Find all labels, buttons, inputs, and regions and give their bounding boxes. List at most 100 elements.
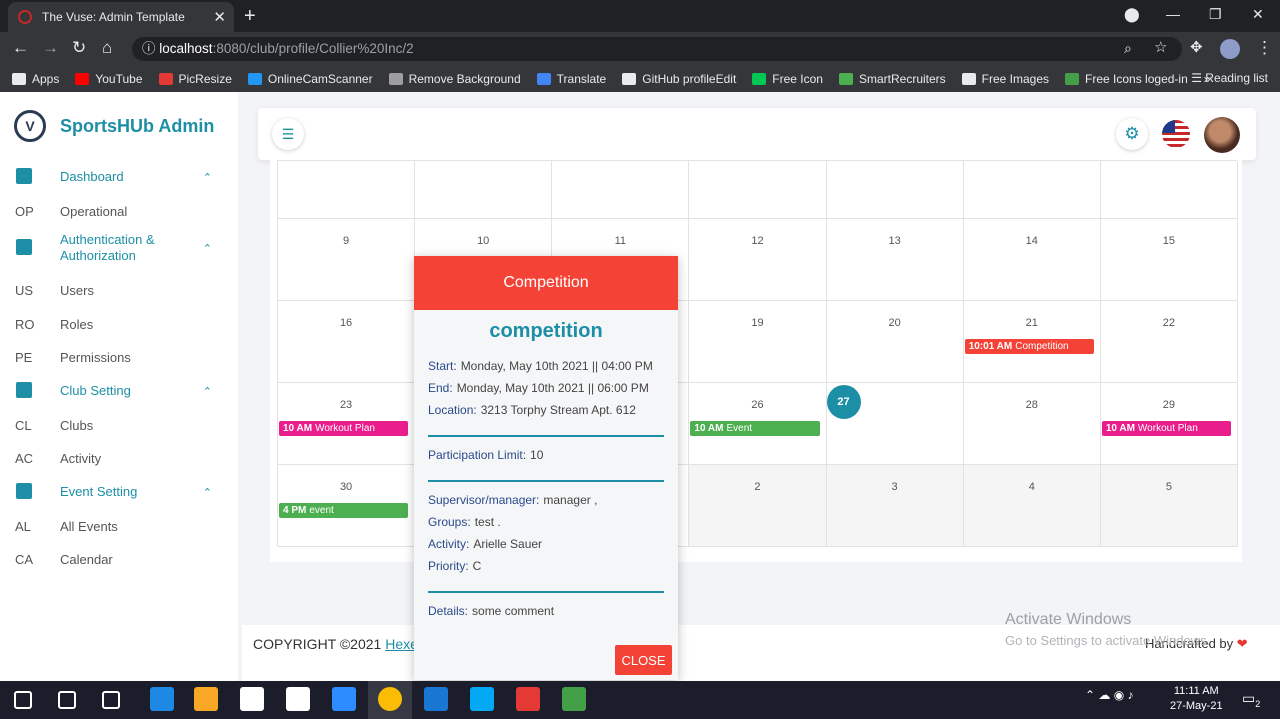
calendar-day[interactable]: 14 <box>963 219 1101 301</box>
company-link[interactable]: Hexe <box>385 636 418 652</box>
url-path: :8080/club/profile/Collier%20Inc/2 <box>212 41 414 56</box>
calendar-event[interactable]: 10 AM Workout Plan <box>279 421 409 436</box>
sidebar-item-permissions[interactable]: PE Permissions <box>0 343 238 371</box>
back-icon[interactable]: ← <box>12 38 29 58</box>
us-flag-icon[interactable] <box>1162 120 1190 148</box>
sidebar-item-club-setting[interactable]: Club Setting ⌃ <box>0 377 238 405</box>
close-window-button[interactable]: ✕ <box>1252 6 1264 23</box>
minimize-button[interactable]: — <box>1166 6 1180 22</box>
calendar-day[interactable]: 12 <box>689 219 827 301</box>
sidebar-item-clubs[interactable]: CL Clubs <box>0 411 238 439</box>
menu-toggle-icon[interactable]: ☰ <box>272 118 304 150</box>
file-explorer-icon[interactable] <box>194 687 218 711</box>
day-number: 3 <box>891 481 898 493</box>
calendar-day[interactable]: 5 <box>1100 465 1238 547</box>
calendar-day[interactable]: 27 <box>826 383 964 465</box>
calendar-day[interactable] <box>1100 161 1238 219</box>
sidebar-item-dashboard[interactable]: Dashboard ⌃ <box>0 163 238 191</box>
calendar-day[interactable]: 15 <box>1100 219 1238 301</box>
taskbar-clock[interactable]: 11:11 AM 27-May-21 <box>1170 684 1223 714</box>
reload-icon[interactable]: ↻ <box>72 38 86 58</box>
sidebar-item-all-events[interactable]: AL All Events <box>0 512 238 540</box>
calendar-day[interactable] <box>278 161 416 219</box>
system-tray[interactable]: ⌃ ☁ ◉ ♪ <box>1085 688 1134 702</box>
new-tab-button[interactable]: + <box>244 5 256 28</box>
search-icon[interactable] <box>58 691 76 709</box>
windows-start-icon[interactable] <box>14 691 32 709</box>
bookmark-translate[interactable]: Translate <box>536 71 607 86</box>
bookmark-youtube[interactable]: YouTube <box>75 72 143 86</box>
bookmark-label: Translate <box>556 71 607 86</box>
user-avatar[interactable] <box>1204 117 1240 153</box>
sidebar-item-roles[interactable]: RO Roles <box>0 310 238 338</box>
address-bar[interactable]: ⓘ localhost:8080/club/profile/Collier%20… <box>132 37 1182 61</box>
tab-close-icon[interactable]: ✕ <box>213 8 226 26</box>
bookmark-label: Remove Background <box>408 71 521 86</box>
calendar-event[interactable]: 10 AM Workout Plan <box>1101 421 1231 436</box>
profile-menu-icon[interactable]: ⬤ <box>1124 6 1140 23</box>
anydesk-icon[interactable] <box>516 687 540 711</box>
popup-activity: Activity: Arielle Sauer <box>428 537 542 551</box>
brand[interactable]: V SportsHUb Admin <box>14 110 214 142</box>
bookmark-star-icon[interactable]: ☆ <box>1154 38 1167 58</box>
sidebar-item-authentication-authorization[interactable]: Authentication & Authorization ⌃ <box>0 230 238 266</box>
skype-icon[interactable] <box>470 687 494 711</box>
calendar-day[interactable] <box>552 161 690 219</box>
bookmark-onlinecamscanner[interactable]: OnlineCamScanner <box>247 72 373 86</box>
reading-list[interactable]: ☰ Reading list <box>1191 71 1268 85</box>
calendar-day[interactable]: 28 <box>963 383 1101 465</box>
calendar-day[interactable]: 9 <box>278 219 416 301</box>
sidebar-item-event-setting[interactable]: Event Setting ⌃ <box>0 478 238 506</box>
bookmark-free-icons-loged-in[interactable]: Free Icons loged-in <box>1065 72 1188 86</box>
end-value: Monday, May 10th 2021 || 06:00 PM <box>456 381 649 395</box>
sidebar-abbr: CA <box>15 551 34 567</box>
sidebar-item-users[interactable]: US Users <box>0 276 238 304</box>
home-icon[interactable]: ⌂ <box>102 38 112 58</box>
sidebar-item-calendar[interactable]: CA Calendar <box>0 545 238 573</box>
bookmark-github-profileedit[interactable]: GitHub profileEdit <box>622 72 736 86</box>
supervisor-value: manager , <box>543 493 598 507</box>
calendar-day[interactable] <box>415 161 553 219</box>
bookmark-smartrecruiters[interactable]: SmartRecruiters <box>838 72 946 86</box>
settings-gear-icon[interactable]: ⚙ <box>1116 118 1148 150</box>
calendar-day[interactable]: 16 <box>278 301 416 383</box>
calendar-day[interactable] <box>826 161 964 219</box>
bookmark-free-icon[interactable]: Free Icon <box>752 72 823 86</box>
sidebar-item-operational[interactable]: OP Operational <box>0 197 238 225</box>
git-icon[interactable] <box>562 687 586 711</box>
browser-tab[interactable]: The Vuse: Admin Template ✕ <box>8 2 234 32</box>
chrome-icon[interactable] <box>378 687 402 711</box>
zoom-icon[interactable] <box>332 687 356 711</box>
vscode-icon[interactable] <box>424 687 448 711</box>
task-view-icon[interactable] <box>102 691 120 709</box>
edge-icon[interactable] <box>150 687 174 711</box>
close-button[interactable]: CLOSE <box>615 645 672 675</box>
profile-avatar[interactable] <box>1220 39 1240 59</box>
calendar-day[interactable] <box>689 161 827 219</box>
mail-icon[interactable] <box>286 687 310 711</box>
calendar-day[interactable]: 20 <box>826 301 964 383</box>
bookmark-free-images[interactable]: Free Images <box>961 72 1049 86</box>
forward-icon[interactable]: → <box>42 38 59 58</box>
calendar-event[interactable]: 4 PM event <box>279 503 409 518</box>
calendar-day[interactable] <box>963 161 1101 219</box>
calendar-day[interactable]: 4 <box>963 465 1101 547</box>
calendar-event[interactable]: 10 AM Event <box>690 421 820 436</box>
zoom-icon[interactable]: ⌕ <box>1124 38 1132 58</box>
maximize-button[interactable]: ❐ <box>1209 6 1222 23</box>
bookmark-apps[interactable]: Apps <box>12 72 59 86</box>
calendar-day[interactable]: 3 <box>826 465 964 547</box>
bookmark-picresize[interactable]: PicResize <box>158 72 232 86</box>
chrome-menu-icon[interactable]: ⋮ <box>1256 38 1273 58</box>
store-icon[interactable] <box>240 687 264 711</box>
calendar-day[interactable]: 19 <box>689 301 827 383</box>
group-icon <box>0 381 60 401</box>
calendar-day[interactable]: 22 <box>1100 301 1238 383</box>
extensions-icon[interactable]: ✥ <box>1190 38 1203 58</box>
calendar-event[interactable]: 10:01 AM Competition <box>964 339 1094 354</box>
sidebar-item-activity[interactable]: AC Activity <box>0 444 238 472</box>
calendar-day[interactable]: 2 <box>689 465 827 547</box>
bookmark-remove-background[interactable]: Remove Background <box>388 71 521 86</box>
calendar-day[interactable]: 13 <box>826 219 964 301</box>
notifications-icon[interactable]: ▭2 <box>1242 690 1260 709</box>
